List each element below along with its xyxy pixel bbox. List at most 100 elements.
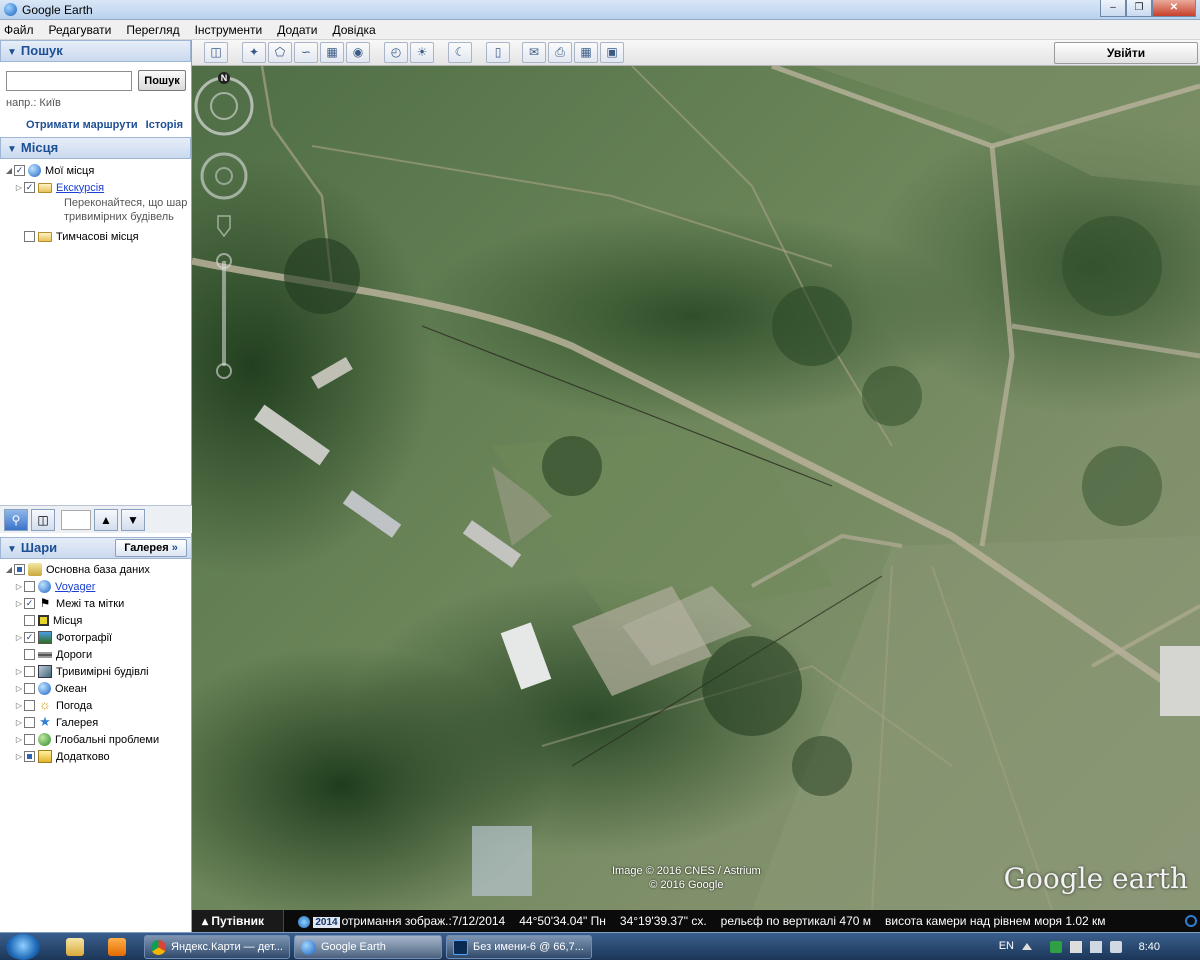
menu-help[interactable]: Довідка [333, 23, 376, 37]
places-header[interactable]: ▼ Місця [0, 137, 191, 159]
layer-item[interactable]: ▷ Глобальні проблеми [0, 731, 192, 748]
tree-row-temp-places[interactable]: Тимчасові місця [0, 228, 191, 245]
collapse-arrow-icon[interactable]: ◢ [4, 565, 14, 574]
gallery-button[interactable]: Галерея » [115, 539, 187, 557]
checkbox[interactable]: ✓ [24, 598, 35, 609]
tour-note: Переконайтеся, що шар [0, 196, 191, 210]
directions-link[interactable]: Отримати маршрути [26, 119, 138, 131]
checkbox[interactable] [24, 615, 35, 626]
imagery-date[interactable]: 2014 отримання зображ.:7/12/2014 [298, 914, 505, 928]
record-tour-button[interactable]: ◉ [346, 42, 370, 63]
sunlight-button[interactable]: ☀ [410, 42, 434, 63]
layer-item[interactable]: ▷ Океан [0, 680, 192, 697]
media-player-icon[interactable] [108, 938, 126, 956]
map-view[interactable]: Image © 2016 CNES / Astrium © 2016 Googl… [192, 66, 1200, 910]
expand-arrow-icon[interactable]: ▷ [14, 667, 24, 676]
menu-edit[interactable]: Редагувати [49, 23, 112, 37]
expand-arrow-icon[interactable]: ▷ [14, 701, 24, 710]
menu-add[interactable]: Додати [277, 23, 317, 37]
add-overlay-button[interactable]: ▦ [320, 42, 344, 63]
move-down-button[interactable]: ▼ [121, 508, 145, 531]
expand-arrow-icon[interactable]: ▷ [14, 735, 24, 744]
history-link[interactable]: Історія [146, 119, 183, 131]
layer-item[interactable]: ▷ ☼ Погода [0, 697, 192, 714]
checkbox[interactable] [24, 649, 35, 660]
language-indicator[interactable]: EN [999, 940, 1014, 952]
checkbox[interactable] [24, 683, 35, 694]
layers-header[interactable]: ▼ Шари Галерея » [0, 537, 192, 559]
add-path-button[interactable]: ∽ [294, 42, 318, 63]
maximize-button[interactable]: ❐ [1126, 0, 1152, 17]
tree-label[interactable]: Voyager [55, 581, 95, 593]
historical-imagery-button[interactable]: ◴ [384, 42, 408, 63]
task-photoshop[interactable]: Без имени-6 @ 66,7... [446, 935, 592, 959]
ruler-button[interactable]: ▯ [486, 42, 510, 63]
layer-item[interactable]: ▷ ★ Галерея [0, 714, 192, 731]
task-yandex-maps[interactable]: Яндекс.Карти — дет... [144, 935, 290, 959]
collapse-arrow-icon[interactable]: ◢ [4, 166, 14, 175]
menu-view[interactable]: Перегляд [126, 23, 179, 37]
search-input[interactable] [6, 70, 132, 91]
expand-arrow-icon[interactable]: ▷ [14, 582, 24, 591]
tree-row-primary-db[interactable]: ◢ Основна база даних [0, 561, 192, 578]
tree-label: Тривимірні будівлі [56, 665, 149, 678]
tour-guide-button[interactable]: ▴ Путівник [192, 910, 284, 932]
network-icon[interactable] [1090, 941, 1102, 953]
search-header[interactable]: ▼ Пошук [0, 40, 191, 62]
minimize-button[interactable]: – [1100, 0, 1126, 17]
checkbox[interactable]: ✓ [24, 182, 35, 193]
add-placemark-button[interactable]: ✦ [242, 42, 266, 63]
panel-slider[interactable] [61, 509, 91, 530]
checkbox[interactable] [24, 717, 35, 728]
expand-arrow-icon[interactable]: ▷ [14, 633, 24, 642]
expand-arrow-icon[interactable]: ▷ [14, 684, 24, 693]
explorer-icon[interactable] [66, 938, 84, 956]
view-in-maps-button[interactable]: ▣ [600, 42, 624, 63]
expand-arrow-icon[interactable]: ▷ [14, 752, 24, 761]
close-button[interactable]: ✕ [1152, 0, 1196, 17]
search-toggle-button[interactable]: ⚲ [4, 508, 28, 531]
clock[interactable]: 8:40 [1139, 941, 1160, 953]
task-google-earth[interactable]: Google Earth [294, 935, 442, 959]
email-button[interactable]: ✉ [522, 42, 546, 63]
tray-up-arrow-icon[interactable] [1022, 943, 1032, 950]
save-image-button[interactable]: ▦ [574, 42, 598, 63]
layer-item[interactable]: ▷ ✓ ⚑ Межі та мітки [0, 595, 192, 612]
expand-arrow-icon[interactable]: ▷ [14, 718, 24, 727]
print-button[interactable]: ⎙ [548, 42, 572, 63]
menu-file[interactable]: Файл [4, 23, 34, 37]
layer-item[interactable]: Дороги [0, 646, 192, 663]
start-button[interactable] [6, 934, 40, 960]
checkbox[interactable]: ✓ [14, 165, 25, 176]
checkbox[interactable] [24, 751, 35, 762]
tree-row-my-places[interactable]: ◢ ✓ Мої місця [0, 162, 191, 179]
volume-icon[interactable] [1110, 941, 1122, 953]
tree-label[interactable]: Екскурсія [56, 182, 104, 194]
checkbox[interactable]: ✓ [24, 632, 35, 643]
flag-icon[interactable] [1070, 941, 1082, 953]
menu-tools[interactable]: Інструменти [195, 23, 263, 37]
expand-arrow-icon[interactable]: ▷ [14, 599, 24, 608]
layer-item[interactable]: ▷ ✓ Фотографії [0, 629, 192, 646]
signin-button[interactable]: Увійти [1054, 42, 1198, 64]
planet-switch-button[interactable]: ☾ [448, 42, 472, 63]
layer-item[interactable]: ▷ Voyager [0, 578, 192, 595]
checkbox[interactable] [24, 734, 35, 745]
move-up-button[interactable]: ▲ [94, 508, 118, 531]
checkbox[interactable] [24, 700, 35, 711]
layer-item[interactable]: Місця [0, 612, 192, 629]
checkbox[interactable] [24, 581, 35, 592]
expand-arrow-icon[interactable]: ▷ [14, 183, 24, 192]
tree-row-tour[interactable]: ▷ ✓ Екскурсія [0, 179, 191, 196]
checkbox[interactable] [24, 666, 35, 677]
sidebar-toggle-button[interactable]: ◫ [204, 42, 228, 63]
add-polygon-button[interactable]: ⬠ [268, 42, 292, 63]
layer-item[interactable]: ▷ Тривимірні будівлі [0, 663, 192, 680]
navigation-controls[interactable]: N [192, 66, 256, 396]
checkbox[interactable] [24, 231, 35, 242]
layer-item[interactable]: ▷ Додатково [0, 748, 192, 765]
search-button[interactable]: Пошук [138, 70, 186, 91]
tray-app-icon[interactable] [1050, 941, 1062, 953]
checkbox[interactable] [14, 564, 25, 575]
panel-toggle-button[interactable]: ◫ [31, 508, 55, 531]
